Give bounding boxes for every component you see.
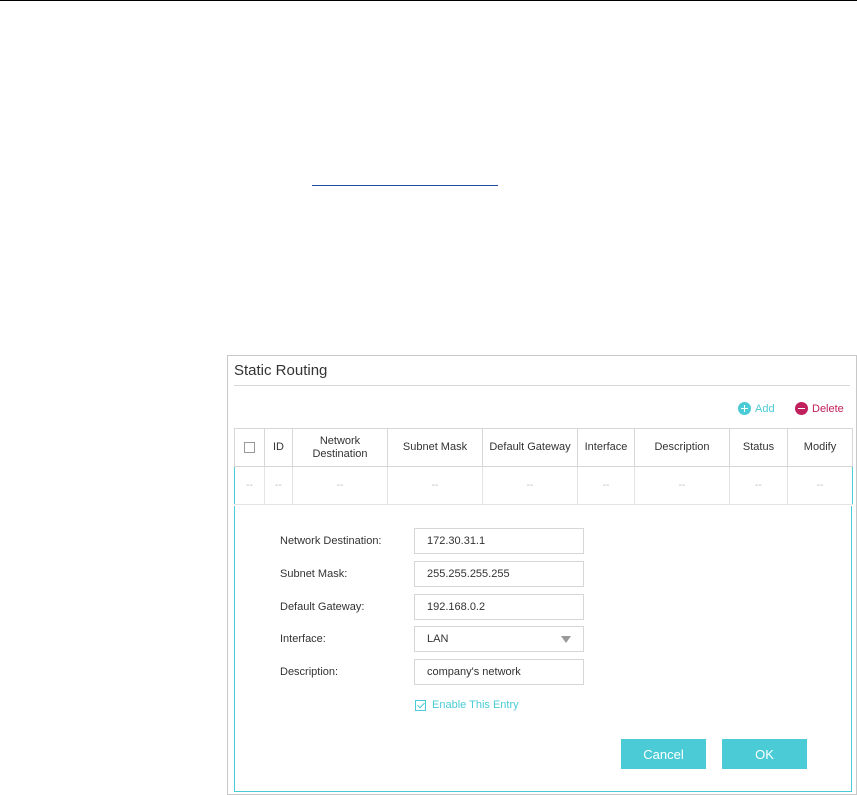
subnet-mask-label: Subnet Mask: — [280, 568, 348, 580]
network-destination-row: Network Destination: — [280, 528, 584, 554]
column-header-default-gateway: Default Gateway — [482, 428, 578, 467]
table-cell: -- — [234, 466, 265, 505]
interface-label: Interface: — [280, 633, 326, 645]
chevron-down-icon — [561, 635, 571, 643]
select-all-cell[interactable] — [234, 428, 265, 467]
add-label: Add — [755, 402, 775, 415]
table-cell: -- — [577, 466, 635, 505]
ok-button[interactable]: OK — [722, 739, 807, 769]
subnet-mask-input[interactable] — [414, 561, 584, 587]
column-header-interface: Interface — [577, 428, 635, 467]
enable-entry-label: Enable This Entry — [432, 699, 519, 711]
interface-selected-value: LAN — [427, 633, 449, 645]
column-header-id: ID — [264, 428, 293, 467]
description-input[interactable] — [414, 659, 584, 685]
column-header-status: Status — [729, 428, 788, 467]
table-cell: -- — [787, 466, 853, 505]
column-header-modify: Modify — [787, 428, 853, 467]
enable-entry-checkbox[interactable] — [415, 699, 426, 711]
column-header-description: Description — [634, 428, 730, 467]
column-header-network-destination: Network Destination — [292, 428, 388, 467]
interface-row: Interface: LAN — [280, 626, 584, 652]
table-cell: -- — [482, 466, 578, 505]
description-row: Description: — [280, 659, 584, 685]
table-header-row: ID Network Destination Subnet Mask Defau… — [234, 428, 853, 467]
interface-select[interactable]: LAN — [414, 626, 584, 652]
plus-circle-icon — [738, 402, 751, 415]
entry-editor: Network Destination: Subnet Mask: Defaul… — [234, 506, 852, 792]
default-gateway-label: Default Gateway: — [280, 601, 365, 613]
table-row: -- -- -- -- -- -- -- -- -- — [234, 466, 853, 505]
minus-circle-icon — [795, 402, 808, 415]
title-divider — [234, 385, 850, 386]
table-cell: -- — [387, 466, 483, 505]
delete-button[interactable]: Delete — [795, 402, 844, 415]
enable-entry-option[interactable]: Enable This Entry — [415, 699, 519, 711]
column-header-subnet-mask: Subnet Mask — [387, 428, 483, 467]
routing-table: ID Network Destination Subnet Mask Defau… — [234, 428, 853, 505]
select-all-checkbox[interactable] — [244, 441, 255, 453]
network-destination-label: Network Destination: — [280, 535, 382, 547]
add-button[interactable]: Add — [738, 402, 775, 415]
link-underline — [312, 185, 498, 186]
table-cell: -- — [729, 466, 788, 505]
subnet-mask-row: Subnet Mask: — [280, 561, 584, 587]
delete-label: Delete — [812, 402, 844, 415]
network-destination-input[interactable] — [414, 528, 584, 554]
default-gateway-input[interactable] — [414, 594, 584, 620]
table-cell: -- — [634, 466, 730, 505]
static-routing-panel: Static Routing Add Delete ID Network Des… — [227, 355, 857, 795]
table-cell: -- — [292, 466, 388, 505]
default-gateway-row: Default Gateway: — [280, 594, 584, 620]
top-divider — [0, 0, 857, 1]
table-cell: -- — [264, 466, 293, 505]
description-label: Description: — [280, 666, 339, 678]
panel-title: Static Routing — [234, 362, 328, 379]
cancel-button[interactable]: Cancel — [621, 739, 706, 769]
